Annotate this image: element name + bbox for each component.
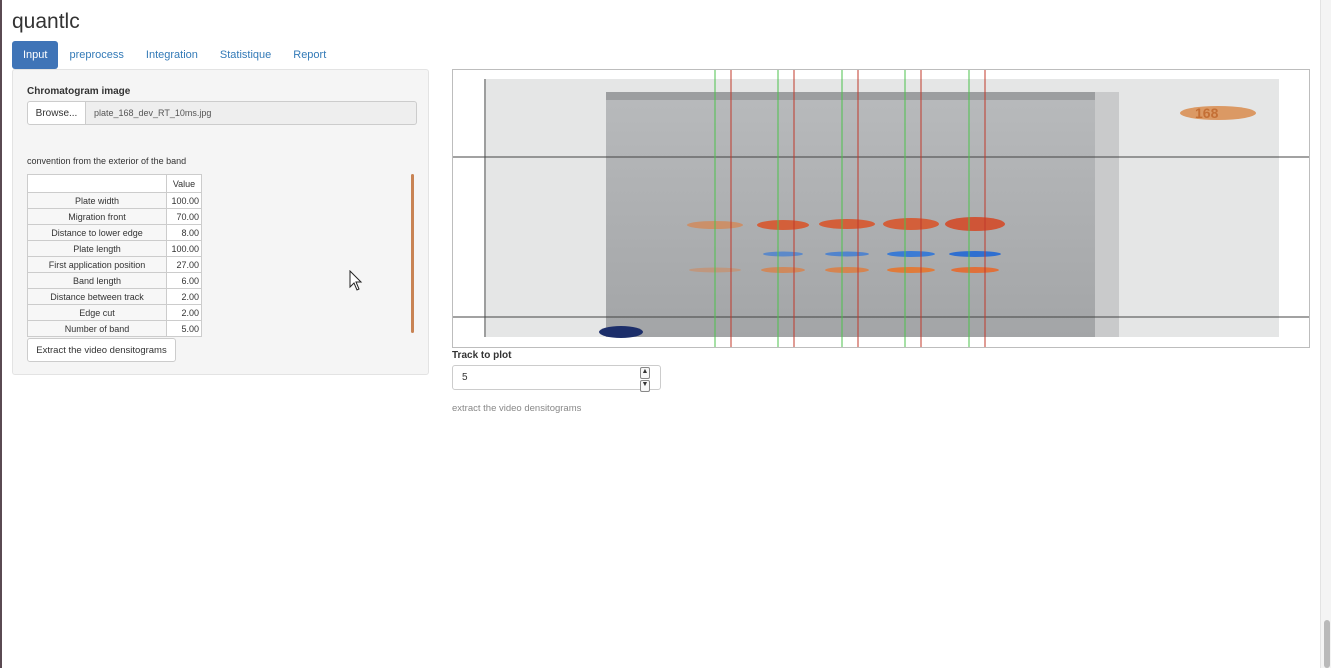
tab-report[interactable]: Report xyxy=(282,41,337,69)
chromatogram-image-label: Chromatogram image xyxy=(27,86,131,97)
value-column-header: Value xyxy=(166,174,202,193)
table-row: Band length 6.00 xyxy=(27,272,202,289)
tlc-plate xyxy=(606,92,1119,337)
tab-statistique[interactable]: Statistique xyxy=(209,41,282,69)
row-value[interactable]: 70.00 xyxy=(166,208,202,225)
row-name: Plate width xyxy=(27,192,167,209)
plate-top-edge xyxy=(606,92,1119,100)
plate-right-edge xyxy=(1095,92,1119,337)
window-left-border xyxy=(0,0,2,668)
track-number-value[interactable]: 5 xyxy=(462,372,468,383)
row-value[interactable]: 5.00 xyxy=(166,320,202,337)
row-value[interactable]: 2.00 xyxy=(166,304,202,321)
number-spinner[interactable]: ▲ ▼ xyxy=(640,367,650,392)
convention-text: convention from the exterior of the band xyxy=(27,156,187,166)
row-name: Edge cut xyxy=(27,304,167,321)
table-row: First application position 27.00 xyxy=(27,256,202,273)
row-name: Distance between track xyxy=(27,288,167,305)
tab-integration[interactable]: Integration xyxy=(135,41,209,69)
table-header-row: Value xyxy=(27,174,202,193)
row-value[interactable]: 100.00 xyxy=(166,192,202,209)
chromatogram-image: 168 xyxy=(453,70,1309,347)
table-row: Plate length 100.00 xyxy=(27,240,202,257)
tab-input[interactable]: Input xyxy=(12,41,59,69)
row-name: Distance to lower edge xyxy=(27,224,167,241)
parameters-table: Value Plate width 100.00 Migration front 7… xyxy=(27,174,202,337)
page-scrollbar-thumb[interactable] xyxy=(1324,620,1330,668)
file-input: Browse... plate_168_dev_RT_10ms.jpg xyxy=(27,101,417,125)
row-name: Band length xyxy=(27,272,167,289)
spinner-up-icon[interactable]: ▲ xyxy=(640,367,650,379)
page-scrollbar[interactable] xyxy=(1320,0,1331,668)
mouse-cursor-icon xyxy=(349,270,363,291)
table-corner-cell xyxy=(27,174,167,193)
track-to-plot-label: Track to plot xyxy=(452,350,512,361)
table-row: Edge cut 2.00 xyxy=(27,304,202,321)
tab-bar: Input preprocess Integration Statistique… xyxy=(12,41,337,69)
row-name: First application position xyxy=(27,256,167,273)
table-row: Distance to lower edge 8.00 xyxy=(27,224,202,241)
app-title: quantlc xyxy=(12,10,80,33)
file-name-field[interactable]: plate_168_dev_RT_10ms.jpg xyxy=(86,101,417,125)
extract-densitograms-button[interactable]: Extract the video densitograms xyxy=(27,338,176,362)
row-value[interactable]: 100.00 xyxy=(166,240,202,257)
table-row: Plate width 100.00 xyxy=(27,192,202,209)
row-value[interactable]: 2.00 xyxy=(166,288,202,305)
row-name: Number of band xyxy=(27,320,167,337)
spinner-down-icon[interactable]: ▼ xyxy=(640,380,650,392)
plate-label-text: 168 xyxy=(1195,105,1219,121)
application-spot xyxy=(599,326,643,338)
row-name: Migration front xyxy=(27,208,167,225)
row-name: Plate length xyxy=(27,240,167,257)
chromatogram-plot: 168 xyxy=(452,69,1310,348)
row-value[interactable]: 6.00 xyxy=(166,272,202,289)
table-row: Migration front 70.00 xyxy=(27,208,202,225)
status-text: extract the video densitograms xyxy=(452,403,582,414)
sidebar-panel: Chromatogram image Browse... plate_168_d… xyxy=(12,69,429,375)
table-row: Number of band 5.00 xyxy=(27,320,202,337)
row-value[interactable]: 8.00 xyxy=(166,224,202,241)
parameters-table-container: Value Plate width 100.00 Migration front 7… xyxy=(27,174,402,337)
tab-preprocess[interactable]: preprocess xyxy=(58,41,134,69)
track-number-input[interactable]: 5 ▲ ▼ xyxy=(452,365,661,392)
row-value[interactable]: 27.00 xyxy=(166,256,202,273)
table-row: Distance between track 2.00 xyxy=(27,288,202,305)
browse-button[interactable]: Browse... xyxy=(27,101,86,125)
table-scrollbar[interactable] xyxy=(411,174,414,333)
